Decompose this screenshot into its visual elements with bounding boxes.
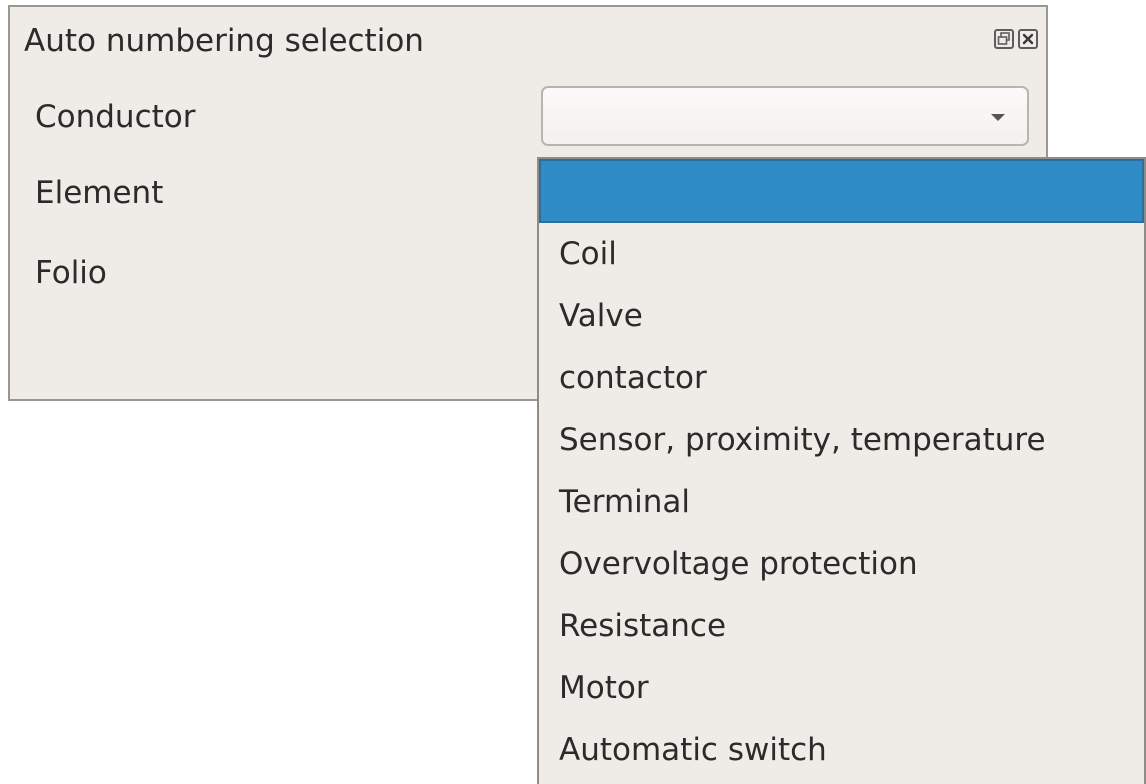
folio-label: Folio xyxy=(35,255,107,291)
dropdown-option-automatic-switch[interactable]: Automatic switch xyxy=(539,719,1144,781)
float-icon[interactable] xyxy=(994,29,1014,49)
dock-title: Auto numbering selection xyxy=(24,23,424,59)
chevron-down-icon xyxy=(991,114,1005,121)
dropdown-option-coil[interactable]: Coil xyxy=(539,223,1144,285)
conductor-combo[interactable] xyxy=(541,86,1029,146)
dropdown-option-contactor[interactable]: contactor xyxy=(539,347,1144,409)
element-label: Element xyxy=(35,175,164,211)
dropdown-option-terminal[interactable]: Terminal xyxy=(539,471,1144,533)
dropdown-option-sensor[interactable]: Sensor, proximity, temperature xyxy=(539,409,1144,471)
conductor-label: Conductor xyxy=(35,99,196,135)
dropdown-option-motor[interactable]: Motor xyxy=(539,657,1144,719)
dropdown-option-empty[interactable] xyxy=(539,159,1144,223)
dropdown-option-overvoltage-protection[interactable]: Overvoltage protection xyxy=(539,533,1144,595)
dock-title-buttons xyxy=(994,29,1038,49)
dropdown-option-valve[interactable]: Valve xyxy=(539,285,1144,347)
element-dropdown-list[interactable]: Coil Valve contactor Sensor, proximity, … xyxy=(537,157,1146,784)
close-icon[interactable] xyxy=(1018,29,1038,49)
dropdown-option-resistance[interactable]: Resistance xyxy=(539,595,1144,657)
